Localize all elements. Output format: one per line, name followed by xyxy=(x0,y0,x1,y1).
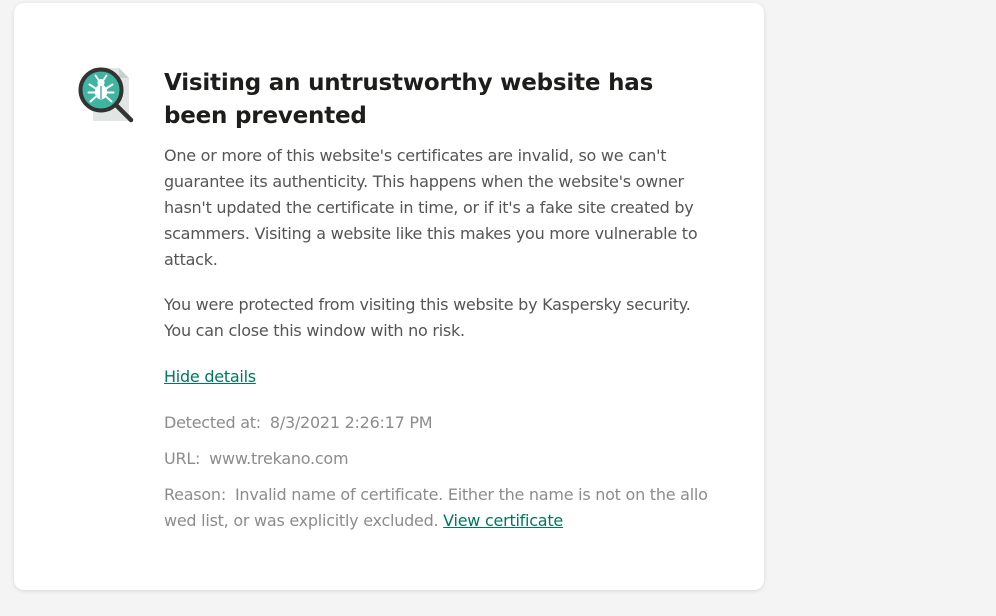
certificate-explanation: One or more of this website's certificat… xyxy=(164,146,698,269)
protection-message: You were protected from visiting this we… xyxy=(164,295,691,340)
detected-label: Detected at: xyxy=(164,413,261,432)
hide-details-link[interactable]: Hide details xyxy=(164,364,256,390)
detected-row: Detected at: 8/3/2021 2:26:17 PM xyxy=(164,410,709,436)
url-row: URL: www.trekano.com xyxy=(164,446,709,472)
details-section: Detected at: 8/3/2021 2:26:17 PM URL: www.… xyxy=(164,410,709,534)
reason-row: Reason: Invalid name of certificate. Eith… xyxy=(164,482,709,534)
bug-magnifier-icon xyxy=(73,63,139,129)
url-label: URL: xyxy=(164,449,201,468)
detected-value: 8/3/2021 2:26:17 PM xyxy=(269,413,433,432)
view-certificate-link[interactable]: View certificate xyxy=(443,511,563,530)
dialog-content: Visiting an untrustworthy website has be… xyxy=(164,67,709,534)
warning-card: Visiting an untrustworthy website has be… xyxy=(14,3,764,590)
reason-label: Reason: xyxy=(164,485,226,504)
url-value: www.trekano.com xyxy=(209,449,349,468)
reason-value: Invalid name of certificate. Either the … xyxy=(164,485,708,530)
page-title: Visiting an untrustworthy website has be… xyxy=(164,70,654,129)
